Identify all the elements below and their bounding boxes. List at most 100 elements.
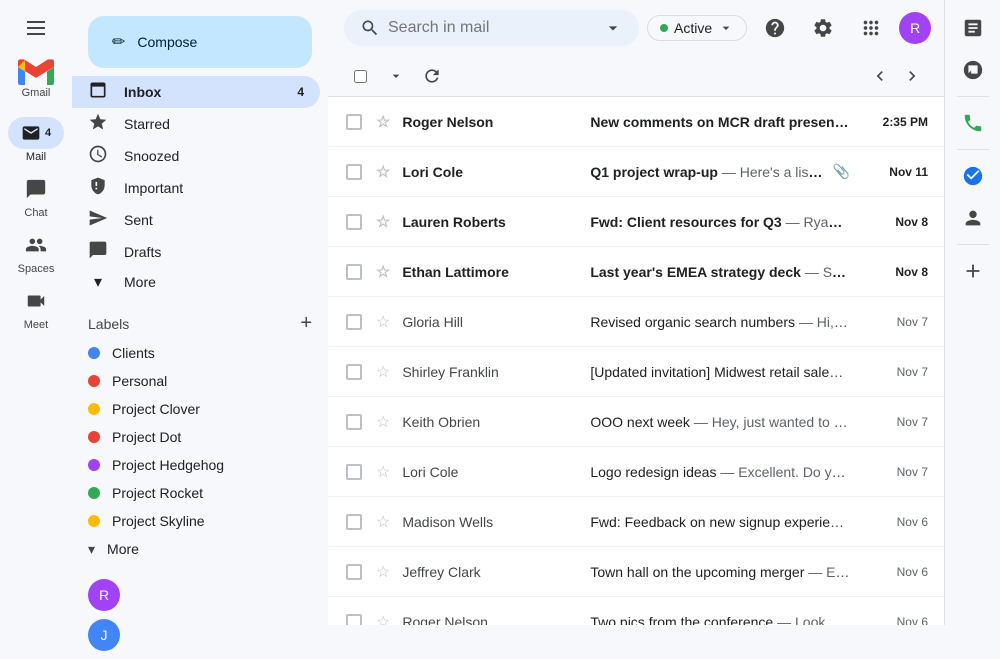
search-input[interactable]	[388, 19, 595, 37]
label-item-project-hedgehog[interactable]: Project Hedgehog	[88, 451, 312, 479]
labels-more-item[interactable]: ▾ More	[88, 535, 312, 563]
gmail-label: Gmail	[22, 87, 51, 99]
next-page-button[interactable]	[896, 60, 928, 92]
star-button[interactable]: ☆	[376, 362, 390, 382]
hamburger-menu[interactable]	[16, 8, 56, 48]
star-button[interactable]: ☆	[376, 562, 390, 582]
email-checkbox-container	[344, 262, 364, 282]
active-label: Active	[674, 20, 712, 36]
labels-title: Labels	[88, 316, 129, 332]
email-checkbox[interactable]	[346, 614, 362, 626]
label-dot	[88, 347, 100, 359]
star-button[interactable]: ☆	[376, 462, 390, 482]
email-checkbox[interactable]	[346, 564, 362, 580]
star-button[interactable]: ☆	[376, 512, 390, 532]
active-status-badge[interactable]: Active	[647, 15, 747, 41]
email-toolbar	[328, 56, 944, 97]
star-button[interactable]: ☆	[376, 412, 390, 432]
email-row[interactable]: ☆ Lori Cole Logo redesign ideas — Excell…	[328, 447, 944, 497]
more-label: More	[124, 274, 156, 290]
label-item-project-clover[interactable]: Project Clover	[88, 395, 312, 423]
important-label: Important	[124, 180, 183, 196]
label-item-project-skyline[interactable]: Project Skyline	[88, 507, 312, 535]
email-row[interactable]: ☆ Jeffrey Clark Town hall on the upcomin…	[328, 547, 944, 597]
compose-button[interactable]: ✏ Compose	[88, 16, 312, 68]
sidebar-item-drafts[interactable]: Drafts	[72, 236, 320, 268]
label-item-clients[interactable]: Clients	[88, 339, 312, 367]
add-label-icon[interactable]: +	[300, 312, 312, 335]
select-all-checkbox[interactable]	[344, 60, 376, 92]
email-row[interactable]: ☆ Roger Nelson Two pics from the confere…	[328, 597, 944, 625]
sidebar-item-more[interactable]: ▾ More	[72, 268, 320, 296]
right-panel	[944, 0, 1000, 625]
inbox-label: Inbox	[124, 84, 161, 100]
email-row[interactable]: ☆ Roger Nelson New comments on MCR draft…	[328, 97, 944, 147]
sidebar-item-important[interactable]: Important	[72, 172, 320, 204]
nav-meet[interactable]: Meet	[8, 285, 64, 331]
sidebar: ✏ Compose Inbox 4 Starred Snoozed Import…	[72, 0, 328, 625]
sidebar-item-sent[interactable]: Sent	[72, 204, 320, 236]
star-button[interactable]: ☆	[376, 162, 390, 182]
nav-mail[interactable]: 4 Mail	[8, 117, 64, 163]
star-button[interactable]: ☆	[376, 112, 390, 132]
email-checkbox[interactable]	[346, 164, 362, 180]
select-all-input[interactable]	[354, 70, 367, 83]
refresh-button[interactable]	[416, 60, 448, 92]
email-row[interactable]: ☆ Keith Obrien OOO next week — Hey, just…	[328, 397, 944, 447]
email-checkbox[interactable]	[346, 414, 362, 430]
label-name: Project Clover	[112, 401, 200, 417]
right-panel-icon-tasks[interactable]	[953, 156, 993, 196]
email-checkbox-container	[344, 162, 364, 182]
right-panel-icon-contacts[interactable]	[953, 198, 993, 238]
star-button[interactable]: ☆	[376, 262, 390, 282]
email-checkbox[interactable]	[346, 514, 362, 530]
email-checkbox[interactable]	[346, 264, 362, 280]
select-dropdown[interactable]	[380, 60, 412, 92]
email-date: Nov 7	[858, 465, 928, 479]
right-panel-divider-2	[957, 149, 989, 150]
email-checkbox[interactable]	[346, 114, 362, 130]
email-subject: Revised organic search numbers — Hi, all…	[590, 314, 850, 330]
right-panel-icon-meet[interactable]	[953, 8, 993, 48]
right-panel-divider	[957, 96, 989, 97]
search-dropdown-icon[interactable]	[603, 18, 623, 38]
settings-icon[interactable]	[803, 8, 843, 48]
inbox-count: 4	[297, 85, 304, 99]
email-checkbox[interactable]	[346, 364, 362, 380]
user-avatar-1[interactable]: R	[88, 579, 120, 611]
sidebar-item-inbox[interactable]: Inbox 4	[72, 76, 320, 108]
right-panel-icon-add[interactable]	[953, 251, 993, 291]
email-subject: New comments on MCR draft presentation —…	[590, 114, 850, 130]
email-row[interactable]: ☆ Shirley Franklin [Updated invitation] …	[328, 347, 944, 397]
label-item-project-rocket[interactable]: Project Rocket	[88, 479, 312, 507]
star-button[interactable]: ☆	[376, 312, 390, 332]
apps-icon[interactable]	[851, 8, 891, 48]
email-row[interactable]: ☆ Madison Wells Fwd: Feedback on new sig…	[328, 497, 944, 547]
email-sender: Keith Obrien	[402, 414, 582, 430]
user-avatar-2[interactable]: J	[88, 619, 120, 651]
email-row[interactable]: ☆ Ethan Lattimore Last year's EMEA strat…	[328, 247, 944, 297]
right-panel-icon-chat[interactable]	[953, 50, 993, 90]
label-item-project-dot[interactable]: Project Dot	[88, 423, 312, 451]
email-row[interactable]: ☆ Gloria Hill Revised organic search num…	[328, 297, 944, 347]
search-icon	[360, 18, 380, 38]
important-icon	[88, 176, 108, 201]
nav-spaces[interactable]: Spaces	[8, 229, 64, 275]
email-checkbox[interactable]	[346, 464, 362, 480]
label-item-personal[interactable]: Personal	[88, 367, 312, 395]
help-icon[interactable]	[755, 8, 795, 48]
email-row[interactable]: ☆ Lori Cole Q1 project wrap-up — Here's …	[328, 147, 944, 197]
user-avatar[interactable]: R	[899, 12, 931, 44]
right-panel-icon-phone[interactable]	[953, 103, 993, 143]
prev-page-button[interactable]	[864, 60, 896, 92]
nav-chat[interactable]: Chat	[8, 173, 64, 219]
star-button[interactable]: ☆	[376, 212, 390, 232]
star-button[interactable]: ☆	[376, 612, 390, 626]
email-checkbox[interactable]	[346, 214, 362, 230]
sidebar-item-snoozed[interactable]: Snoozed	[72, 140, 320, 172]
sidebar-item-starred[interactable]: Starred	[72, 108, 320, 140]
email-subject: Town hall on the upcoming merger — Every…	[590, 564, 850, 580]
email-row[interactable]: ☆ Lauren Roberts Fwd: Client resources f…	[328, 197, 944, 247]
email-checkbox[interactable]	[346, 314, 362, 330]
search-bar[interactable]	[344, 10, 639, 46]
